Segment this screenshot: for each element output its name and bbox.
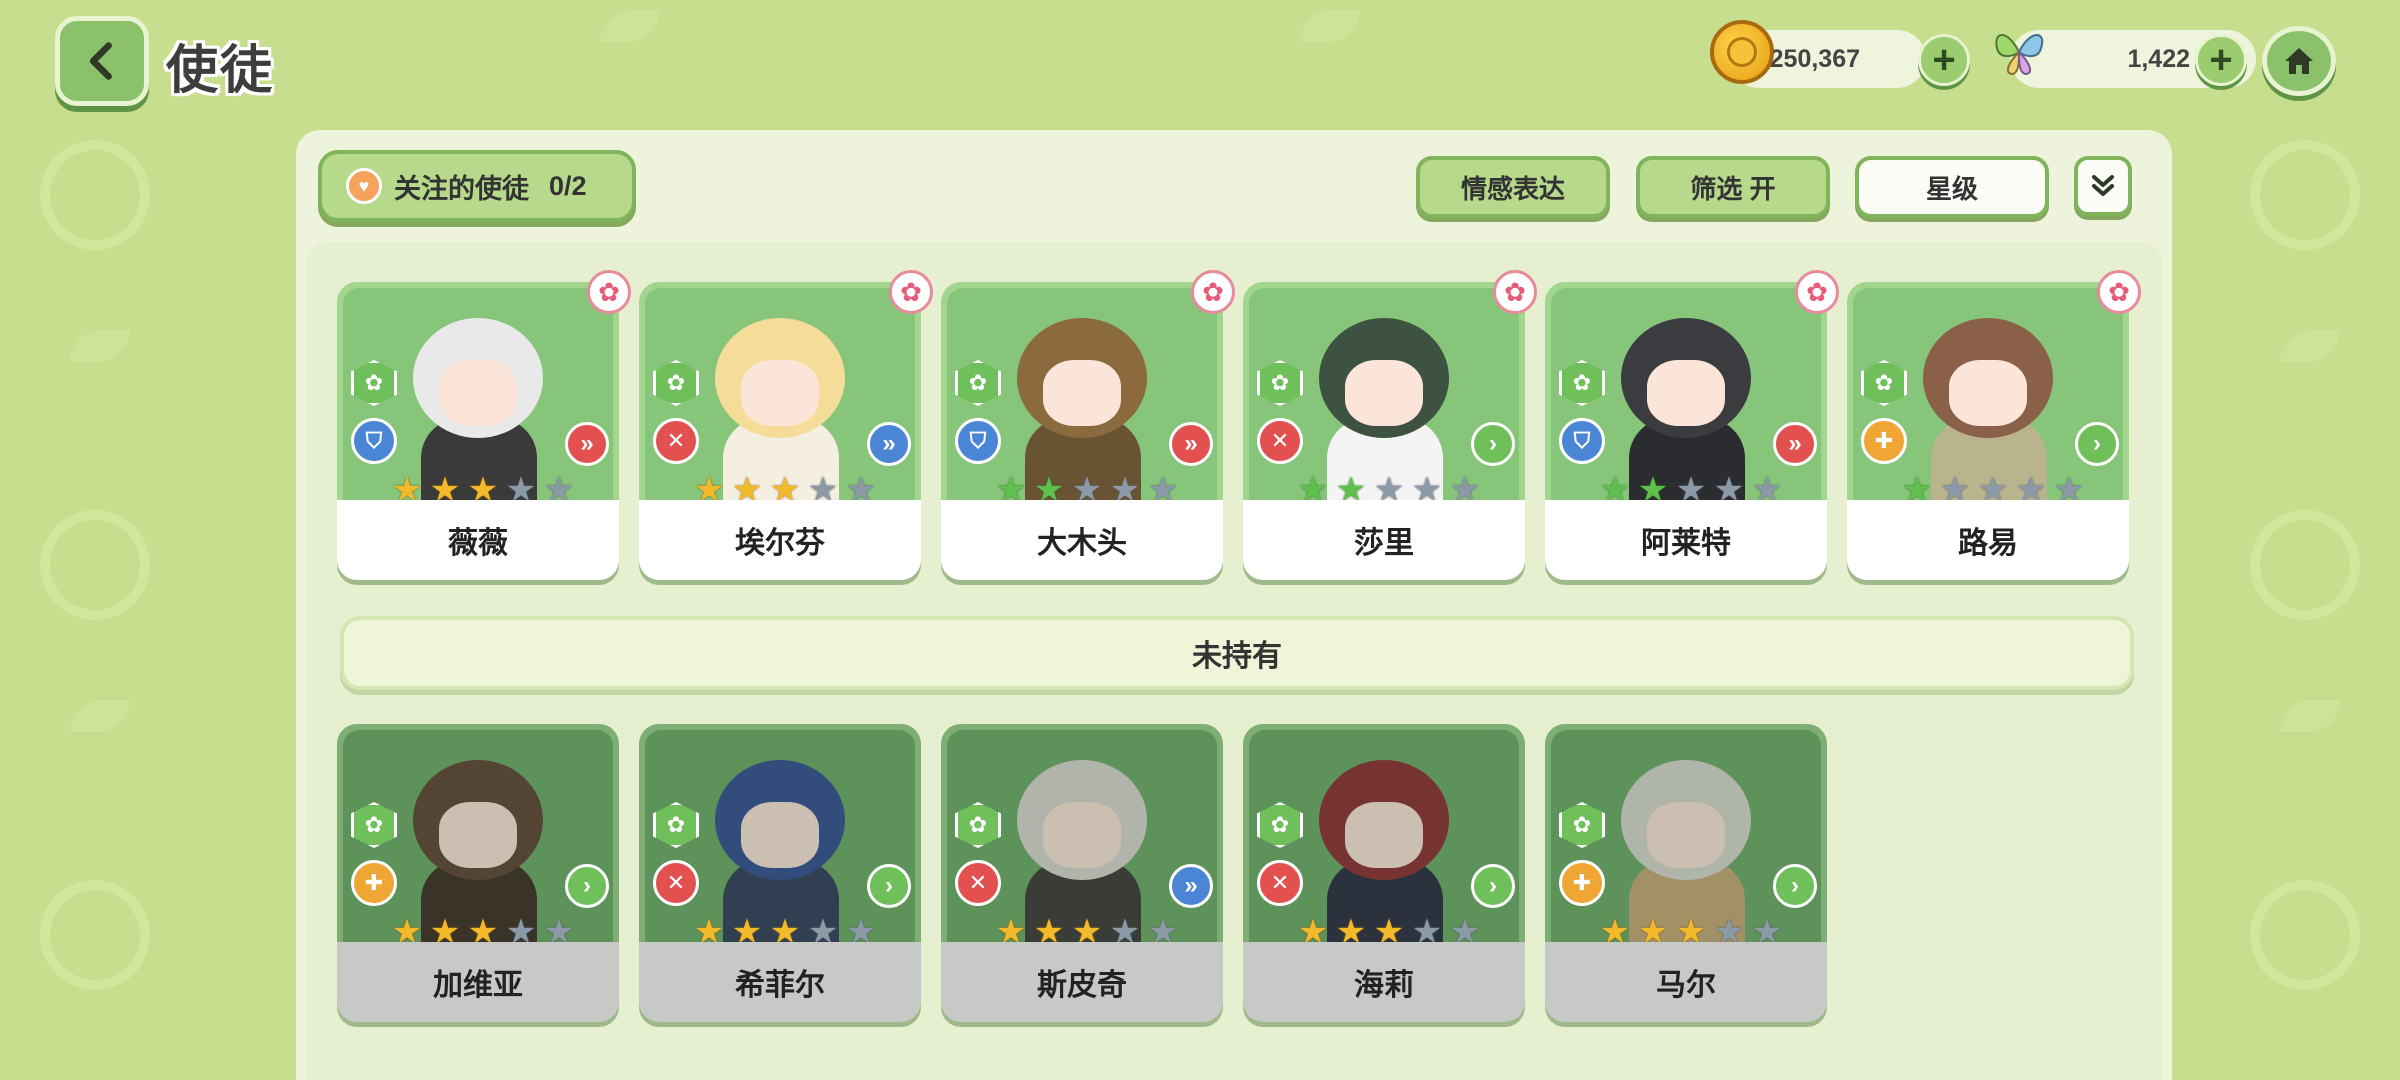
apostle-name: 斯皮奇 <box>941 942 1223 1022</box>
position-arrow-icon: » <box>565 422 609 466</box>
home-icon <box>2285 48 2313 74</box>
crossed-swords-icon: ✕ <box>653 418 699 464</box>
back-button[interactable] <box>55 16 149 106</box>
filter-toggle-button[interactable]: 筛选 开 <box>1636 156 1830 218</box>
position-arrow-icon: › <box>565 864 609 908</box>
apostle-card[interactable]: ✿ ✕» ★ ★ ★ ★ ★ ✿ 埃尔芬 <box>639 270 933 580</box>
apostle-card[interactable]: ✿ ⛉» ★ ★ ★ ★ ★ ✿ 大木头 <box>941 270 1235 580</box>
crossed-swords-icon: ✕ <box>1257 418 1303 464</box>
affection-flower-icon[interactable]: ✿ <box>587 270 631 314</box>
apostle-name: 薇薇 <box>337 500 619 580</box>
cross-icon: ✚ <box>1861 418 1907 464</box>
apostle-card[interactable]: ✿ ⛉» ★ ★ ★ ★ ★ ✿ 阿莱特 <box>1545 270 1839 580</box>
butterfly-gem-icon <box>1986 20 2052 84</box>
crossed-swords-icon: ✕ <box>955 860 1001 906</box>
followed-label: 关注的使徒 <box>394 173 529 204</box>
apostle-card[interactable]: ✿ ✕ › ★ ★ ★ ★ ★ 希菲尔 <box>639 724 921 1022</box>
followed-count: 0/2 <box>549 170 587 201</box>
crossed-swords-icon: ✕ <box>653 860 699 906</box>
position-arrow-icon: › <box>1471 864 1515 908</box>
emotion-button[interactable]: 情感表达 <box>1416 156 1610 218</box>
apostle-name: 马尔 <box>1545 942 1827 1022</box>
position-arrow-icon: » <box>1773 422 1817 466</box>
position-arrow-icon: » <box>1169 864 1213 908</box>
position-arrow-icon: › <box>1773 864 1817 908</box>
affection-flower-icon[interactable]: ✿ <box>2097 270 2141 314</box>
apostle-name: 加维亚 <box>337 942 619 1022</box>
apostle-card[interactable]: ✿ ⛉» ★ ★ ★ ★ ★ ✿ 薇薇 <box>337 270 631 580</box>
shield-icon: ⛉ <box>351 418 397 464</box>
position-arrow-icon: » <box>1169 422 1213 466</box>
apostle-name: 希菲尔 <box>639 942 921 1022</box>
gem-amount: 1,422 <box>2127 44 2190 73</box>
apostle-card[interactable]: ✿ ✕ › ★ ★ ★ ★ ★ ✿ 莎里 <box>1243 270 1537 580</box>
apostle-card[interactable]: ✿ ✕ › ★ ★ ★ ★ ★ 海莉 <box>1243 724 1525 1022</box>
shield-icon: ⛉ <box>1559 418 1605 464</box>
apostle-name: 路易 <box>1847 500 2129 580</box>
page-title: 使徒 <box>166 42 275 100</box>
affection-flower-icon[interactable]: ✿ <box>1493 270 1537 314</box>
apostle-name: 大木头 <box>941 500 1223 580</box>
chevron-left-icon <box>89 42 112 80</box>
apostle-name: 埃尔芬 <box>639 500 921 580</box>
affection-flower-icon[interactable]: ✿ <box>1191 270 1235 314</box>
home-button[interactable] <box>2262 26 2336 96</box>
apostle-card[interactable]: ✿ ✚ › ★ ★ ★ ★ ★ ✿ 路易 <box>1847 270 2141 580</box>
sort-star-button[interactable]: 星级 <box>1855 156 2049 218</box>
affection-flower-icon[interactable]: ✿ <box>1795 270 1839 314</box>
sort-order-button[interactable] <box>2074 156 2132 216</box>
cross-icon: ✚ <box>1559 860 1605 906</box>
crossed-swords-icon: ✕ <box>1257 860 1303 906</box>
apostle-card[interactable]: ✿ ✕» ★ ★ ★ ★ ★ 斯皮奇 <box>941 724 1223 1022</box>
position-arrow-icon: › <box>867 864 911 908</box>
position-arrow-icon: › <box>1471 422 1515 466</box>
add-gold-button[interactable]: + <box>1918 34 1970 86</box>
apostle-name: 海莉 <box>1243 942 1525 1022</box>
position-arrow-icon: › <box>2075 422 2119 466</box>
position-arrow-icon: » <box>867 422 911 466</box>
add-gem-button[interactable]: + <box>2195 34 2247 86</box>
apostle-card[interactable]: ✿ ✚ › ★ ★ ★ ★ ★ 加维亚 <box>337 724 619 1022</box>
apostle-name: 莎里 <box>1243 500 1525 580</box>
followed-apostles-button[interactable]: ♥ 关注的使徒 0/2 <box>318 150 636 222</box>
heart-icon: ♥ <box>346 168 382 204</box>
shield-icon: ⛉ <box>955 418 1001 464</box>
gold-coin-icon <box>1710 20 1774 84</box>
apostle-card[interactable]: ✿ ✚ › ★ ★ ★ ★ ★ 马尔 <box>1545 724 1827 1022</box>
not-owned-section-header: 未持有 <box>340 616 2134 690</box>
affection-flower-icon[interactable]: ✿ <box>889 270 933 314</box>
cross-icon: ✚ <box>351 860 397 906</box>
apostle-name: 阿莱特 <box>1545 500 1827 580</box>
double-chevron-down-icon <box>2092 175 2114 196</box>
